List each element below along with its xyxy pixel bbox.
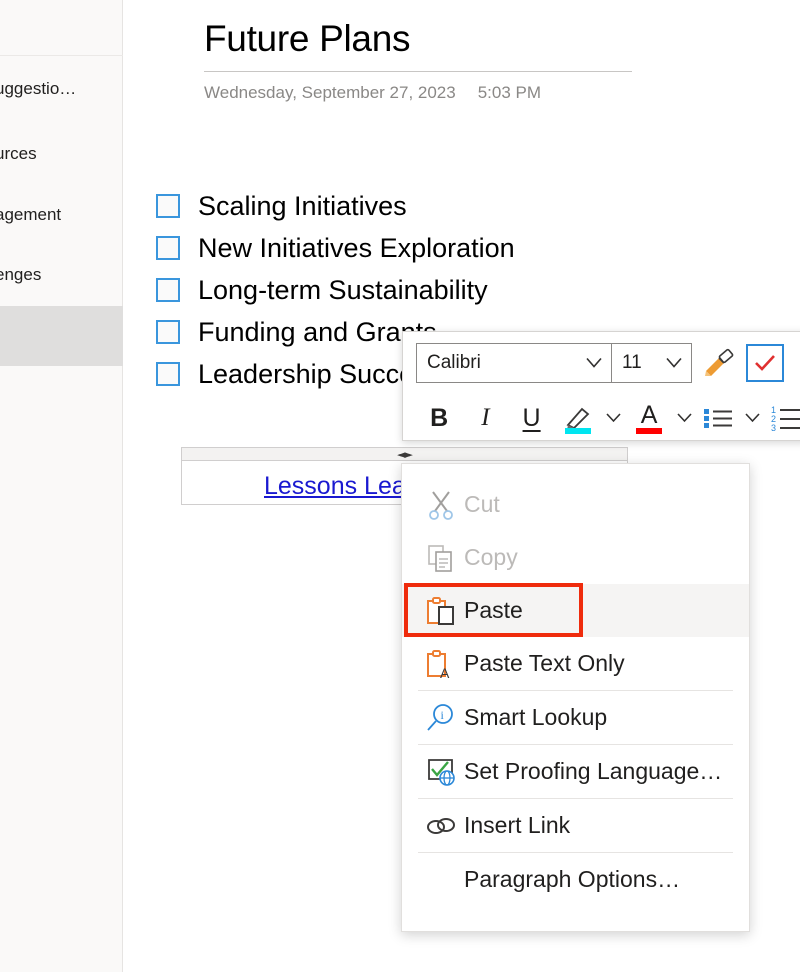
checklist-item-label: Scaling Initiatives	[198, 190, 407, 221]
chevron-down-icon	[586, 357, 602, 369]
scissors-icon	[418, 490, 464, 520]
menu-item-cut[interactable]: Cut	[402, 478, 749, 531]
sidebar-item-label: …urces	[0, 143, 37, 163]
menu-item-label: Paragraph Options…	[464, 866, 681, 892]
checklist-item[interactable]: Scaling Initiatives	[154, 185, 515, 227]
checklist-item-label: New Initiatives Exploration	[198, 232, 515, 263]
format-painter-button[interactable]	[698, 341, 740, 385]
page-list-sidebar: …uggestio… …urces …agement …enges	[0, 0, 123, 972]
menu-item-label: Cut	[464, 491, 500, 517]
sidebar-item-management[interactable]: …agement	[0, 192, 123, 237]
menu-item-label: Insert Link	[464, 812, 571, 838]
bullet-list-button[interactable]	[697, 396, 739, 440]
copy-icon	[418, 543, 464, 573]
font-color-swatch	[636, 428, 663, 434]
checklist-item[interactable]: New Initiatives Exploration	[154, 227, 515, 269]
svg-text:3: 3	[771, 423, 776, 431]
font-color-dropdown-chevron[interactable]	[672, 396, 697, 440]
font-color-letter: A	[640, 400, 658, 429]
font-size-select[interactable]: 11	[612, 343, 692, 383]
highlight-color-swatch	[564, 428, 591, 434]
checkbox-icon[interactable]	[156, 320, 180, 344]
menu-item-copy[interactable]: Copy	[402, 531, 749, 584]
checkbox-icon[interactable]	[156, 236, 180, 260]
sidebar-item-selected-page[interactable]	[0, 306, 123, 366]
checklist-item-label: Long-term Sustainability	[198, 274, 488, 305]
smart-lookup-icon: i	[418, 703, 464, 733]
font-color-button[interactable]: A	[626, 396, 672, 440]
font-size-value: 11	[622, 352, 642, 373]
sidebar-item-challenges[interactable]: …enges	[0, 252, 123, 297]
menu-item-smart-lookup[interactable]: i Smart Lookup	[402, 691, 749, 744]
page-time: 5:03 PM	[477, 83, 542, 102]
sidebar-item-label: …agement	[0, 204, 62, 224]
sidebar-item-resources[interactable]: …urces	[0, 131, 123, 176]
sidebar-divider	[0, 55, 123, 56]
font-name-value: Calibri	[427, 352, 481, 373]
mini-toolbar-row-top: Calibri 11	[403, 332, 800, 394]
svg-text:i: i	[441, 708, 445, 722]
sidebar-item-suggestions[interactable]: …uggestio…	[0, 66, 123, 111]
underline-button[interactable]: U	[508, 396, 554, 440]
floating-mini-toolbar: Calibri 11 B I U A 1 2 3	[402, 331, 800, 441]
page-timestamp: Wednesday, September 27, 2023 5:03 PM	[204, 83, 541, 103]
page-date: Wednesday, September 27, 2023	[204, 83, 456, 102]
bullet-list-dropdown-chevron[interactable]	[740, 396, 765, 440]
checkbox-icon[interactable]	[156, 362, 180, 386]
to-do-tag-button[interactable]	[746, 344, 784, 382]
italic-button[interactable]: I	[462, 396, 508, 440]
menu-item-label: Copy	[464, 544, 518, 570]
link-icon	[418, 815, 464, 837]
menu-item-paste-text-only[interactable]: A Paste Text Only	[402, 637, 749, 690]
mini-toolbar-row-bottom: B I U A 1 2 3	[403, 394, 800, 440]
menu-item-label: Paste Text Only	[464, 650, 625, 676]
text-highlight-button[interactable]	[555, 396, 601, 440]
checkbox-icon[interactable]	[156, 194, 180, 218]
menu-item-label: Paste	[464, 597, 523, 623]
note-container-handle[interactable]: ◄►	[181, 447, 628, 461]
paste-icon	[418, 596, 464, 626]
menu-item-set-proofing-language[interactable]: Set Proofing Language…	[402, 745, 749, 798]
proofing-language-icon	[418, 757, 464, 787]
numbered-list-button[interactable]: 1 2 3	[765, 396, 800, 440]
title-underline-rule	[204, 71, 632, 72]
numbered-list-icon: 1 2 3	[771, 405, 800, 431]
checklist-item-label: Funding and Grants	[198, 316, 437, 347]
resize-handle-icon: ◄►	[397, 447, 413, 461]
menu-item-label: Set Proofing Language…	[464, 758, 723, 784]
sidebar-item-label: …enges	[0, 264, 42, 284]
highlight-dropdown-chevron[interactable]	[601, 396, 626, 440]
menu-item-insert-link[interactable]: Insert Link	[402, 799, 749, 852]
checkbox-icon[interactable]	[156, 278, 180, 302]
menu-item-paste[interactable]: Paste	[402, 584, 749, 637]
page-title[interactable]: Future Plans	[204, 18, 410, 60]
bold-button[interactable]: B	[416, 396, 462, 440]
menu-item-label: Smart Lookup	[464, 704, 608, 730]
sidebar-item-label: …uggestio…	[0, 78, 77, 98]
menu-item-paragraph-options[interactable]: Paragraph Options…	[402, 853, 749, 906]
check-mark-icon	[753, 353, 777, 373]
onenote-window: …uggestio… …urces …agement …enges Future…	[0, 0, 800, 972]
svg-text:A: A	[440, 665, 450, 679]
checklist-item[interactable]: Long-term Sustainability	[154, 269, 515, 311]
paste-text-icon: A	[418, 649, 464, 679]
format-painter-icon	[702, 348, 736, 378]
font-name-select[interactable]: Calibri	[416, 343, 612, 383]
bullet-list-icon	[703, 406, 733, 430]
chevron-down-icon	[666, 357, 682, 369]
context-menu: Cut Copy Paste A Paste Text Only i Smart…	[401, 463, 750, 932]
